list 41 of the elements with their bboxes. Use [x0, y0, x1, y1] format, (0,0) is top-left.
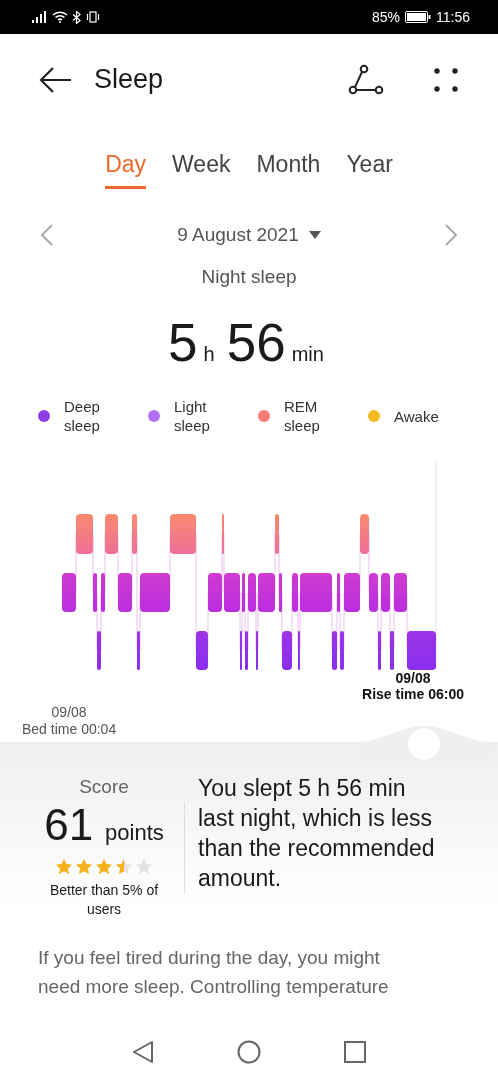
- back-arrow-icon[interactable]: [38, 65, 72, 94]
- star-icon: [95, 858, 113, 875]
- page-title: Sleep: [94, 64, 165, 95]
- legend-label: REM sleep: [284, 397, 321, 435]
- star-icon: [75, 858, 93, 875]
- score-unit: points: [105, 820, 164, 846]
- period-tab[interactable]: Month: [256, 151, 321, 189]
- dropdown-caret-icon: [308, 231, 321, 239]
- star-icon: [135, 858, 153, 875]
- advice-text: If you feel tired during the day, you might need more sleep. Controlling temperature: [37, 946, 390, 999]
- home-nav-icon[interactable]: [237, 1040, 261, 1064]
- period-tab[interactable]: Week: [172, 151, 231, 189]
- star-icon: [115, 858, 133, 875]
- wifi-icon: [52, 11, 68, 23]
- minutes-value: 56: [226, 312, 286, 373]
- star-icon: [55, 858, 73, 875]
- minutes-unit: min: [291, 343, 324, 366]
- section-title: Night sleep: [200, 266, 298, 289]
- clock-time: 11:56: [436, 9, 470, 25]
- back-nav-icon[interactable]: [132, 1040, 154, 1064]
- hours-unit: h: [203, 343, 215, 366]
- score-value: 61: [44, 800, 94, 850]
- date-picker[interactable]: 9 August 2021: [171, 223, 327, 247]
- legend-label: Light sleep: [174, 397, 211, 435]
- comparison-text: Better than 5% of users: [48, 881, 160, 919]
- legend-label: Deep sleep: [64, 397, 101, 435]
- bluetooth-icon: [72, 10, 82, 24]
- legend-label: Awake: [394, 406, 439, 426]
- more-options-icon[interactable]: [434, 67, 458, 92]
- signal-icon: [32, 11, 48, 23]
- rise-time-label: 09/08 Rise time 06:00: [362, 670, 464, 702]
- vibrate-icon: [86, 11, 100, 23]
- bed-time-label: 09/08 Bed time 00:04: [22, 704, 117, 738]
- period-tab[interactable]: Year: [346, 151, 393, 189]
- recents-nav-icon[interactable]: [344, 1041, 366, 1063]
- battery-percent: 85%: [371, 9, 400, 25]
- sleep-summary: You slept 5 h 56 min last night, which is less than the recommended amount.: [198, 773, 436, 893]
- hours-value: 5: [168, 312, 198, 373]
- battery-icon: [405, 11, 431, 23]
- graph-icon[interactable]: [348, 63, 384, 96]
- score-label: Score: [79, 776, 129, 798]
